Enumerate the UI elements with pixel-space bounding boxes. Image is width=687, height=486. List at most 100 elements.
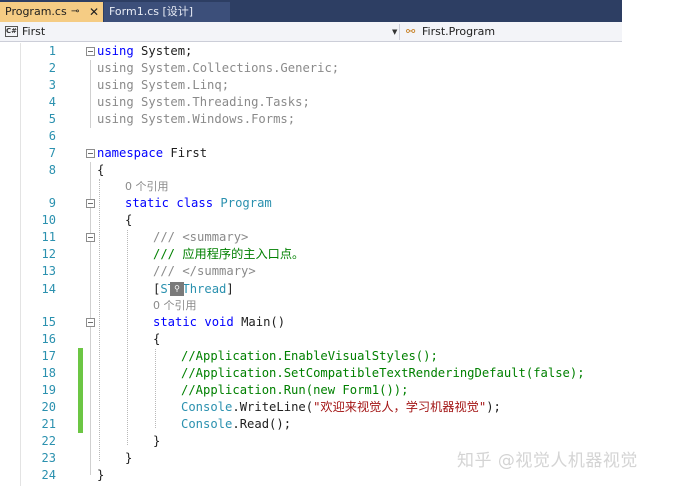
- code-line-13: 13 /// </summary>: [0, 263, 622, 280]
- navigation-bar: C# First ▼ ⚯ First.Program: [0, 22, 622, 42]
- code-text: }: [153, 434, 161, 448]
- code-text-unused: using System.Linq;: [97, 78, 230, 92]
- type-name: Console: [181, 417, 233, 431]
- code-text: );: [486, 400, 501, 414]
- line-number: 9: [48, 196, 56, 210]
- code-line-8: 8 {: [0, 162, 622, 179]
- csharp-project-icon: C#: [5, 26, 18, 37]
- type-name: Program: [220, 196, 272, 210]
- code-line-16: 16 {: [0, 331, 622, 348]
- pin-icon[interactable]: ⊸: [71, 2, 79, 22]
- code-text: .Read();: [232, 417, 292, 431]
- doc-comment: /// 应用程序的主入口点。: [153, 247, 305, 261]
- code-line-12: 12 /// 应用程序的主入口点。: [0, 246, 622, 263]
- close-icon[interactable]: ✕: [89, 2, 99, 22]
- line-number: 7: [48, 146, 56, 160]
- code-text: ]: [226, 282, 234, 296]
- line-number: 12: [41, 247, 56, 261]
- collapse-icon[interactable]: [86, 47, 95, 56]
- code-line-20: 20 Console.WriteLine("欢迎来视觉人，学习机器视觉");: [0, 399, 622, 416]
- collapse-icon[interactable]: [86, 233, 95, 242]
- collapse-icon[interactable]: [86, 199, 95, 208]
- code-line-10: 10 {: [0, 212, 622, 229]
- line-number: 21: [41, 417, 56, 431]
- method-name: Main(): [233, 315, 286, 329]
- code-line-3: 3 using System.Linq;: [0, 77, 622, 94]
- code-text-unused: using System.Threading.Tasks;: [97, 95, 310, 109]
- watermark: 知乎 @视觉人机器视觉: [457, 451, 638, 471]
- line-number: 10: [41, 213, 56, 227]
- member-name: First.Program: [422, 25, 496, 38]
- line-number: 22: [41, 434, 56, 448]
- comment: //Application.Run(new Form1());: [181, 383, 409, 397]
- project-dropdown[interactable]: C# First ▼: [2, 24, 400, 40]
- line-number: 16: [41, 332, 56, 346]
- keyword: static: [125, 196, 170, 210]
- change-marker: [78, 416, 83, 433]
- string-literal: "欢迎来视觉人，学习机器视觉": [313, 400, 487, 414]
- change-marker: [78, 382, 83, 399]
- keyword: void: [204, 315, 234, 329]
- code-line-14: 14 [STAThread]: [0, 281, 622, 298]
- code-line-11: 11 /// <summary>: [0, 229, 622, 246]
- code-line-6: 6: [0, 128, 622, 145]
- keyword: using: [97, 44, 134, 58]
- tab-program-cs[interactable]: Program.cs ⊸ ✕: [0, 2, 103, 22]
- code-text: }: [97, 468, 105, 482]
- tab-label: Program.cs: [5, 5, 67, 18]
- code-line-19: 19 //Application.Run(new Form1());: [0, 382, 622, 399]
- comment: //Application.SetCompatibleTextRendering…: [181, 366, 585, 380]
- line-number: 19: [41, 383, 56, 397]
- member-dropdown[interactable]: ⚯ First.Program: [404, 24, 620, 40]
- code-line-17: 17 //Application.EnableVisualStyles();: [0, 348, 622, 365]
- collapse-icon[interactable]: [86, 149, 95, 158]
- line-number: 13: [41, 264, 56, 278]
- line-number: 4: [48, 95, 56, 109]
- code-line-2: 2 using System.Collections.Generic;: [0, 60, 622, 77]
- code-text-unused: using System.Windows.Forms;: [97, 112, 296, 126]
- line-number: 18: [41, 366, 56, 380]
- comment: //Application.EnableVisualStyles();: [181, 349, 438, 363]
- right-margin: [622, 0, 687, 486]
- line-number: 1: [48, 44, 56, 58]
- codelens-references[interactable]: 0 个引用: [125, 179, 169, 194]
- document-tab-strip: Program.cs ⊸ ✕ Form1.cs [设计]: [0, 0, 622, 22]
- line-number: 5: [48, 112, 56, 126]
- code-text: {: [153, 332, 161, 346]
- code-line-5: 5 using System.Windows.Forms;: [0, 111, 622, 128]
- line-number: 2: [48, 61, 56, 75]
- tab-form1-designer[interactable]: Form1.cs [设计]: [104, 2, 230, 22]
- collapse-icon[interactable]: [86, 318, 95, 327]
- line-number: 23: [41, 451, 56, 465]
- code-line-4: 4 using System.Threading.Tasks;: [0, 94, 622, 111]
- quick-action-icon[interactable]: ⚲: [170, 282, 184, 296]
- code-line-7: 7 namespace First: [0, 145, 622, 162]
- doc-comment: /// <summary>: [153, 230, 249, 244]
- code-text: }: [125, 451, 133, 465]
- change-marker: [78, 399, 83, 416]
- doc-comment: /// </summary>: [153, 264, 256, 278]
- line-number: 20: [41, 400, 56, 414]
- code-line-21: 21 Console.Read();: [0, 416, 622, 433]
- chevron-down-icon[interactable]: ▼: [392, 24, 397, 40]
- line-number: 6: [48, 129, 56, 143]
- project-name: First: [22, 25, 46, 38]
- code-text-unused: using System.Collections.Generic;: [97, 61, 340, 75]
- line-number: 15: [41, 315, 56, 329]
- code-text: .WriteLine(: [232, 400, 314, 414]
- code-text: First: [163, 146, 208, 160]
- code-line-1: 1 using System;: [0, 43, 622, 60]
- line-number: 14: [41, 282, 56, 296]
- change-marker: [78, 348, 83, 365]
- code-text: System;: [133, 44, 193, 58]
- keyword: class: [176, 196, 214, 210]
- class-icon: ⚯: [406, 25, 416, 38]
- code-editor[interactable]: 1 using System; 2 using System.Collectio…: [0, 43, 622, 486]
- keyword: namespace: [97, 146, 164, 160]
- type-name: Console: [181, 400, 233, 414]
- line-number: 17: [41, 349, 56, 363]
- code-text: {: [97, 163, 105, 177]
- code-line-9: 9 static class Program: [0, 195, 622, 212]
- line-number: 3: [48, 78, 56, 92]
- codelens-references[interactable]: 0 个引用: [153, 298, 197, 313]
